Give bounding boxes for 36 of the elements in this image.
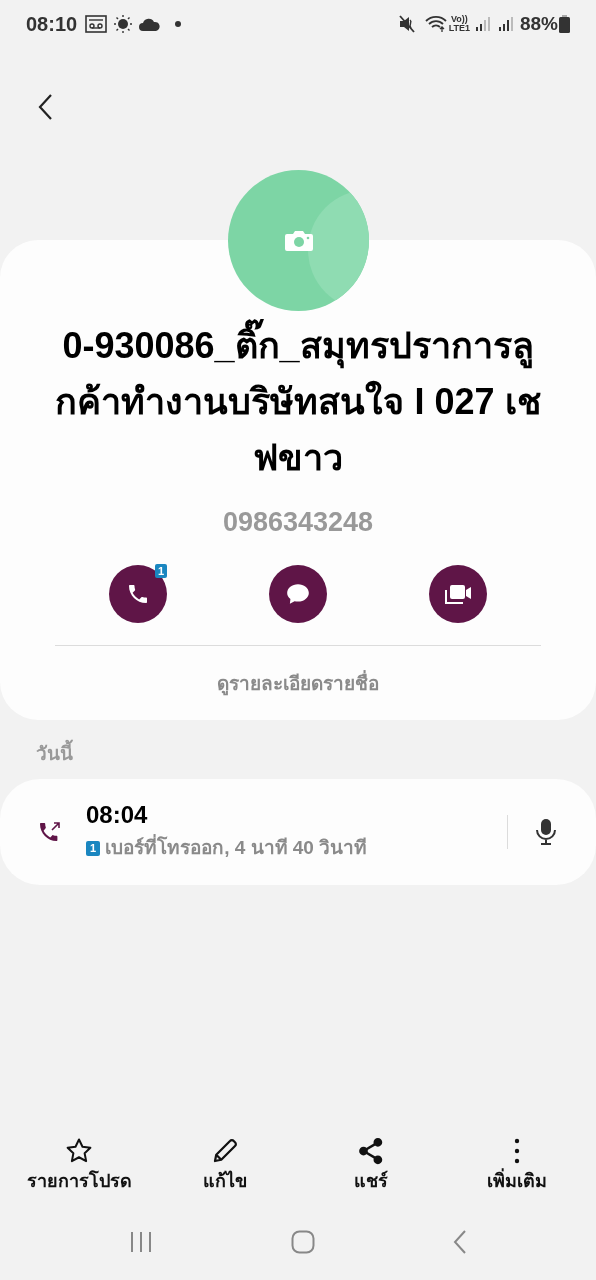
sim-badge: 1 bbox=[86, 841, 101, 856]
dot-icon bbox=[175, 21, 182, 27]
wifi-icon bbox=[424, 15, 447, 33]
sun-icon bbox=[114, 15, 133, 33]
signal-icon bbox=[474, 16, 491, 32]
sim-badge: 1 bbox=[154, 563, 167, 578]
message-button[interactable] bbox=[269, 564, 327, 623]
back-icon bbox=[37, 93, 53, 121]
microphone-icon bbox=[535, 817, 557, 846]
home-icon[interactable] bbox=[291, 1230, 315, 1254]
cloud-icon bbox=[139, 17, 161, 31]
more-options-icon bbox=[512, 1136, 522, 1166]
phone-number: 0986343248 bbox=[222, 506, 374, 539]
toolbar-button[interactable]: แก้ไข bbox=[155, 1136, 295, 1214]
battery-icon bbox=[559, 15, 570, 33]
recent-apps-icon[interactable] bbox=[129, 1231, 153, 1253]
network-label: LTE1 bbox=[448, 24, 470, 33]
contact-name: 0-930086_ติ๊ก_สมุทรปราการลูกค้าทำงานบริษัทสนใจ I 027 เชฟขาว bbox=[53, 318, 543, 486]
back-icon[interactable] bbox=[453, 1230, 467, 1254]
toolbar-button[interactable]: เพิ่มเติม bbox=[447, 1136, 587, 1214]
section-header: วันนี้ bbox=[36, 740, 596, 769]
call-log-entry[interactable]: 08:04 1 เบอร์ที่โทรออก, 4 นาที 40 วินาที bbox=[0, 778, 596, 885]
video-call-button[interactable] bbox=[429, 564, 487, 623]
outgoing-call-icon bbox=[38, 819, 62, 844]
toolbar-button[interactable]: แชร์ bbox=[301, 1136, 441, 1214]
call-button[interactable]: 1 bbox=[109, 564, 167, 623]
call-details: เบอร์ที่โทรออก, 4 นาที 40 วินาที bbox=[105, 834, 368, 863]
clock: 08:10 bbox=[26, 12, 78, 37]
call-time: 08:04 bbox=[86, 800, 149, 831]
voicemail-icon bbox=[85, 15, 108, 33]
network-label: Vo)) bbox=[450, 15, 468, 24]
signal-icon bbox=[497, 16, 514, 32]
mute-icon bbox=[398, 15, 417, 33]
camera-icon bbox=[283, 228, 314, 253]
toolbar-button[interactable]: รายการโปรด bbox=[9, 1136, 149, 1214]
battery-percent: 88% bbox=[519, 11, 558, 36]
